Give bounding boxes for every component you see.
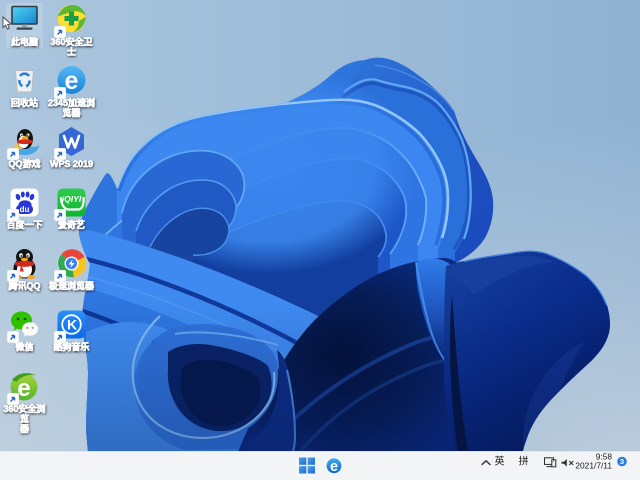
svg-text:iQIYI: iQIYI <box>62 194 82 204</box>
svg-text:拼: 拼 <box>519 455 529 468</box>
svg-text:K: K <box>67 317 77 333</box>
svg-text:英: 英 <box>495 455 505 468</box>
svg-text:2021/7/11: 2021/7/11 <box>575 461 612 471</box>
svg-text:3: 3 <box>620 457 624 466</box>
svg-text:du: du <box>20 205 30 214</box>
svg-text:e: e <box>17 375 30 402</box>
svg-text:e: e <box>330 459 338 475</box>
svg-text:e: e <box>65 67 79 95</box>
